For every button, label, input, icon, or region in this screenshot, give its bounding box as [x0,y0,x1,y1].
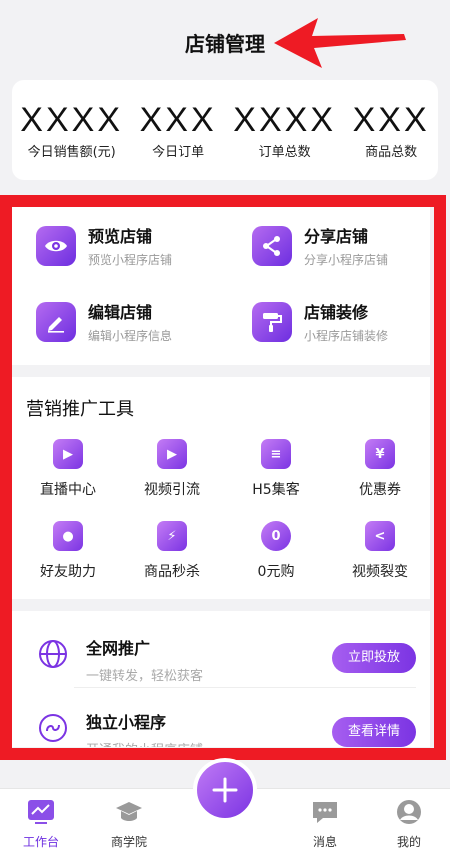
stat-value: XXX [352,100,430,139]
tab-business-school[interactable]: 商学院 [94,799,164,850]
promo-subtitle: 一键转发，轻松获客 [86,669,204,684]
promo-subtitle: 开通我的小程序店铺 [86,739,203,747]
stat-value: XXX [139,100,217,139]
tool-zero-buy[interactable]: 0 0元购 [226,521,326,581]
stat-today-orders[interactable]: XXX 今日订单 [140,101,217,160]
video-icon: ▶ [157,439,187,469]
preview-store-button[interactable]: 预览店铺 预览小程序店铺 [36,223,172,268]
user-icon [397,800,421,824]
tool-coupon[interactable]: ¥ 优惠券 [330,439,430,499]
paint-roller-icon [252,301,292,342]
stat-today-sales[interactable]: XXXX 今日销售额(元) [20,101,123,160]
quick-action-title: 预览店铺 [88,227,153,246]
tool-label: 视频引流 [144,482,200,498]
tab-label: 工作台 [22,835,59,849]
live-icon: ▶ [53,439,83,469]
quick-actions-card: 预览店铺 预览小程序店铺 分享店铺 分享小程序店铺 编辑店铺 编辑小程序信息 店… [12,207,430,365]
video-fission-icon: < [365,521,395,551]
stat-total-orders[interactable]: XXXX 订单总数 [233,101,336,160]
dashboard-icon [28,800,54,824]
plus-icon [212,777,238,803]
tool-friend-assist[interactable]: ● 好友助力 [18,521,118,581]
launch-now-button[interactable]: 立即投放 [332,643,416,673]
quick-action-subtitle: 编辑小程序信息 [88,329,173,343]
quick-action-subtitle: 分享小程序店铺 [304,253,389,267]
quick-action-title: 店铺装修 [304,303,369,322]
section-title: 营销推广工具 [26,399,134,420]
flash-sale-icon: ⚡ [157,521,187,551]
stat-label: 订单总数 [258,144,311,160]
tool-video-fission[interactable]: < 视频裂变 [330,521,430,581]
quick-action-title: 分享店铺 [304,227,369,246]
tool-label: 视频裂变 [352,564,408,580]
tool-label: H5集客 [252,482,300,498]
decorate-store-button[interactable]: 店铺装修 小程序店铺装修 [252,299,388,344]
quick-action-title: 编辑店铺 [88,303,153,322]
promo-row-network: 全网推广 一键转发，轻松获客 立即投放 [12,617,430,687]
stat-value: XXXX [20,100,124,139]
coupon-icon: ¥ [365,439,395,469]
edit-icon [36,301,76,342]
zero-buy-icon: 0 [261,521,291,551]
edit-store-button[interactable]: 编辑店铺 编辑小程序信息 [36,299,172,344]
annotation-arrow-icon [274,18,406,68]
quick-action-subtitle: 预览小程序店铺 [88,253,173,267]
h5-icon: ≡ [261,439,291,469]
tab-messages[interactable]: 消息 [290,799,360,850]
tool-h5-customers[interactable]: ≡ H5集客 [226,439,326,499]
promo-title: 独立小程序 [86,713,167,732]
tool-live-center[interactable]: ▶ 直播中心 [18,439,118,499]
view-details-button[interactable]: 查看详情 [332,717,416,747]
promotion-card: 全网推广 一键转发，轻松获客 立即投放 独立小程序 开通我的小程序店铺 查看详情 [12,611,430,747]
tab-label: 我的 [396,835,421,849]
tool-label: 优惠券 [359,482,401,498]
header: 店铺管理 [0,0,450,82]
add-button[interactable] [193,758,257,822]
marketing-tools-card: 营销推广工具 ▶ 直播中心 ▶ 视频引流 ≡ H5集客 ¥ 优惠券 ● 好友助力… [12,377,430,599]
quick-action-subtitle: 小程序店铺装修 [304,329,389,343]
stat-total-products[interactable]: XXX 商品总数 [353,101,430,160]
eye-icon [36,225,76,266]
tab-label: 商学院 [110,835,147,849]
tab-workbench[interactable]: 工作台 [6,799,76,850]
share-store-button[interactable]: 分享店铺 分享小程序店铺 [252,223,388,268]
stat-label: 今日销售额(元) [27,144,116,160]
divider [74,687,416,688]
tab-mine[interactable]: 我的 [374,799,444,850]
tool-label: 商品秒杀 [144,564,200,580]
graduation-cap-icon [116,802,142,821]
friend-icon: ● [53,521,83,551]
tool-flash-sale[interactable]: ⚡ 商品秒杀 [122,521,222,581]
stat-value: XXXX [233,100,336,139]
stat-label: 商品总数 [365,144,418,160]
stats-card: XXXX 今日销售额(元) XXX 今日订单 XXXX 订单总数 XXX 商品总… [12,80,438,180]
share-icon [252,225,292,266]
stat-label: 今日订单 [152,144,205,160]
tool-label: 好友助力 [40,564,96,580]
tool-label: 0元购 [257,564,295,580]
promo-row-mini-program: 独立小程序 开通我的小程序店铺 查看详情 [12,691,430,747]
mini-program-icon [39,714,67,742]
tab-label: 消息 [312,835,337,849]
globe-icon [39,640,67,668]
message-icon [313,802,337,823]
tool-label: 直播中心 [40,482,96,498]
promo-title: 全网推广 [86,639,151,658]
tool-video-traffic[interactable]: ▶ 视频引流 [122,439,222,499]
